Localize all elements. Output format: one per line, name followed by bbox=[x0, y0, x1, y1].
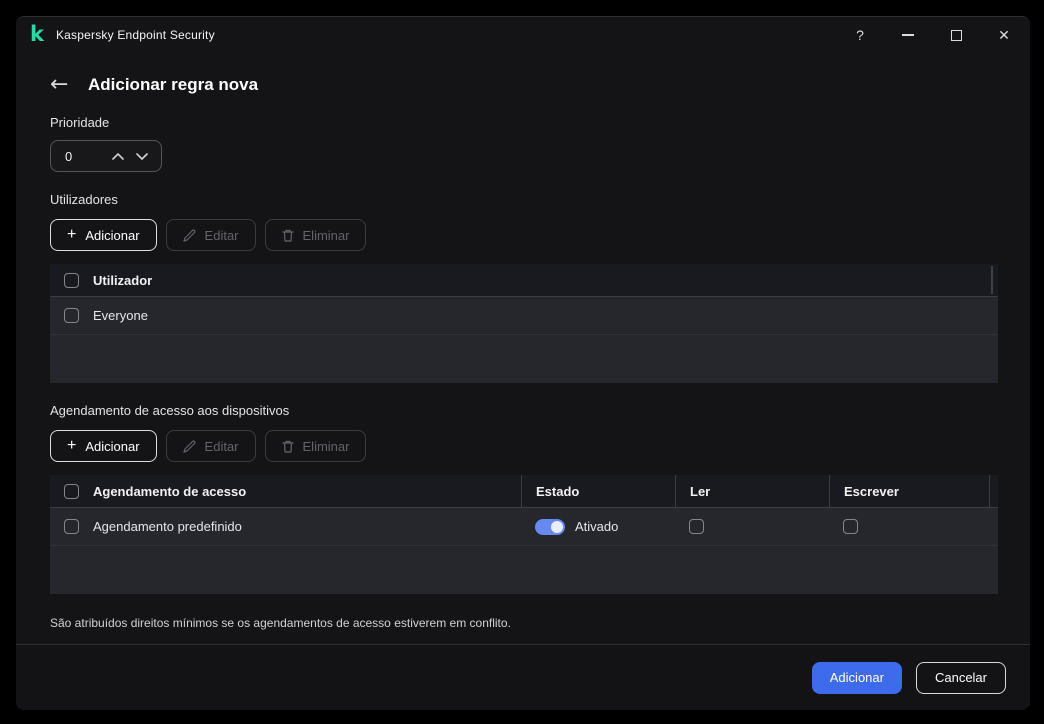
conflict-note: São atribuídos direitos mínimos se os ag… bbox=[50, 616, 996, 630]
users-select-all-checkbox[interactable] bbox=[64, 273, 79, 288]
priority-stepper[interactable]: 0 bbox=[50, 140, 162, 172]
state-toggle[interactable] bbox=[535, 519, 565, 535]
users-table-empty-area bbox=[50, 335, 998, 383]
schedule-delete-button[interactable]: Eliminar bbox=[265, 430, 367, 462]
users-add-label: Adicionar bbox=[85, 228, 139, 243]
schedule-delete-label: Eliminar bbox=[303, 439, 350, 454]
users-delete-button[interactable]: Eliminar bbox=[265, 219, 367, 251]
schedule-toolbar: + Adicionar Editar Eliminar bbox=[50, 430, 996, 462]
users-header-label: Utilizador bbox=[93, 273, 152, 288]
users-section-label: Utilizadores bbox=[50, 192, 996, 207]
schedule-edit-button[interactable]: Editar bbox=[166, 430, 256, 462]
user-row-checkbox[interactable] bbox=[64, 308, 79, 323]
read-checkbox[interactable] bbox=[689, 519, 704, 534]
page-title: Adicionar regra nova bbox=[88, 75, 258, 95]
title-bar: k Kaspersky Endpoint Security ? ✕ bbox=[16, 17, 1030, 53]
schedule-add-label: Adicionar bbox=[85, 439, 139, 454]
minimize-icon bbox=[902, 34, 914, 36]
schedule-edit-label: Editar bbox=[205, 439, 239, 454]
users-delete-label: Eliminar bbox=[303, 228, 350, 243]
schedule-header-state: Estado bbox=[521, 475, 675, 507]
users-table-header: Utilizador bbox=[50, 264, 998, 297]
priority-value[interactable]: 0 bbox=[51, 149, 112, 164]
schedule-header-name: Agendamento de acesso bbox=[93, 484, 246, 499]
users-edit-button[interactable]: Editar bbox=[166, 219, 256, 251]
state-label: Ativado bbox=[575, 519, 618, 534]
back-arrow-icon[interactable]: ← bbox=[50, 74, 74, 96]
close-icon: ✕ bbox=[998, 27, 1010, 44]
maximize-icon bbox=[951, 30, 962, 41]
priority-label: Prioridade bbox=[50, 115, 996, 130]
schedule-header-spacer bbox=[989, 475, 998, 507]
users-table: Utilizador Everyone bbox=[50, 264, 998, 383]
close-button[interactable]: ✕ bbox=[980, 17, 1028, 53]
pencil-icon bbox=[183, 440, 196, 453]
dialog-footer: Adicionar Cancelar bbox=[16, 644, 1030, 710]
schedule-table-empty-area bbox=[50, 546, 998, 594]
trash-icon bbox=[282, 440, 294, 453]
maximize-button[interactable] bbox=[932, 17, 980, 53]
schedule-header-read: Ler bbox=[675, 475, 829, 507]
help-button[interactable]: ? bbox=[836, 17, 884, 53]
plus-icon: + bbox=[67, 227, 76, 243]
scrollbar[interactable] bbox=[991, 266, 993, 294]
kaspersky-logo-icon: k bbox=[30, 24, 44, 45]
table-row[interactable]: Everyone bbox=[50, 297, 998, 335]
plus-icon: + bbox=[67, 438, 76, 454]
users-toolbar: + Adicionar Editar Eliminar bbox=[50, 219, 996, 251]
schedule-select-all-checkbox[interactable] bbox=[64, 484, 79, 499]
schedule-name: Agendamento predefinido bbox=[93, 519, 242, 534]
window-controls: ? ✕ bbox=[836, 17, 1028, 53]
user-name: Everyone bbox=[93, 308, 148, 323]
table-row[interactable]: Agendamento predefinido Ativado bbox=[50, 508, 998, 546]
write-checkbox[interactable] bbox=[843, 519, 858, 534]
users-edit-label: Editar bbox=[205, 228, 239, 243]
decrement-button[interactable] bbox=[136, 153, 148, 160]
increment-button[interactable] bbox=[112, 153, 124, 160]
page-header: ← Adicionar regra nova bbox=[50, 71, 996, 99]
schedule-add-button[interactable]: + Adicionar bbox=[50, 430, 157, 462]
schedule-table-header: Agendamento de acesso Estado Ler Escreve… bbox=[50, 475, 998, 508]
cancel-button[interactable]: Cancelar bbox=[916, 662, 1006, 694]
schedule-row-checkbox[interactable] bbox=[64, 519, 79, 534]
app-window: k Kaspersky Endpoint Security ? ✕ ← Adic… bbox=[16, 16, 1030, 710]
app-title: Kaspersky Endpoint Security bbox=[56, 28, 215, 42]
schedule-section-label: Agendamento de acesso aos dispositivos bbox=[50, 403, 996, 418]
schedule-table: Agendamento de acesso Estado Ler Escreve… bbox=[50, 475, 998, 594]
minimize-button[interactable] bbox=[884, 17, 932, 53]
pencil-icon bbox=[183, 229, 196, 242]
trash-icon bbox=[282, 229, 294, 242]
schedule-header-write: Escrever bbox=[829, 475, 989, 507]
help-icon: ? bbox=[856, 27, 864, 43]
submit-button[interactable]: Adicionar bbox=[812, 662, 902, 694]
users-add-button[interactable]: + Adicionar bbox=[50, 219, 157, 251]
